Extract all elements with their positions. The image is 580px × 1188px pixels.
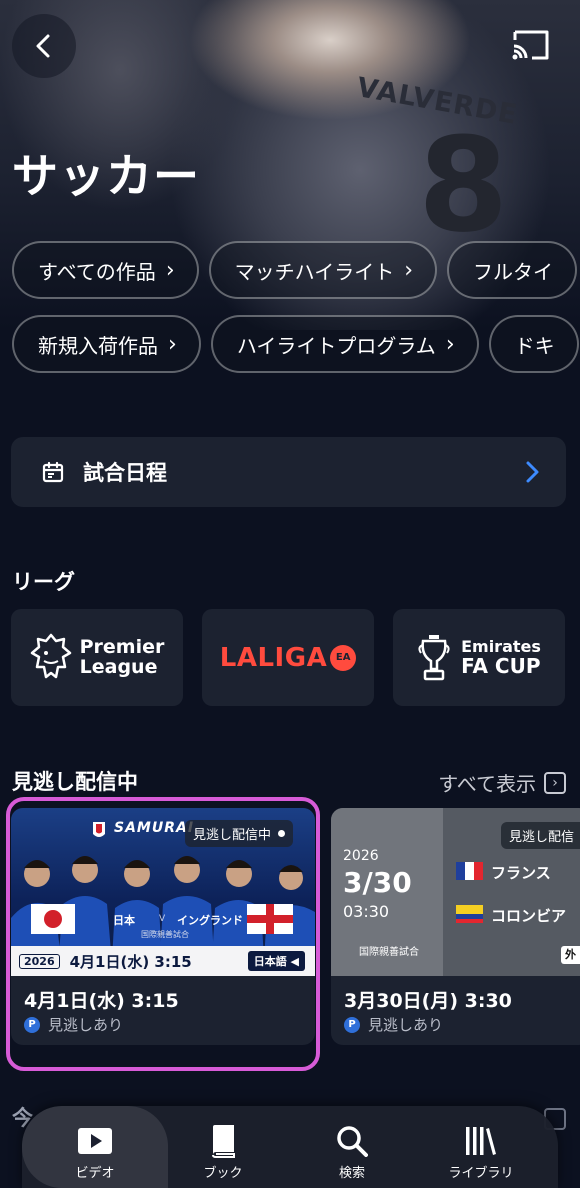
premier-league-line1: Premier <box>79 635 165 658</box>
category-chip-row-2: 新規入荷作品 › ハイライトプログラム › ドキ <box>12 315 579 373</box>
chevron-right-icon: › <box>544 771 566 794</box>
category-chip-row-1: すべての作品 › マッチハイライト › フルタイ <box>12 241 578 299</box>
see-all-label: すべて表示 <box>438 772 536 796</box>
chip-documentary[interactable]: ドキ <box>488 315 579 373</box>
status-badge-label: 見逃し配信 <box>509 830 575 845</box>
card-date: 3月30日(月) 3:30 <box>344 990 512 1012</box>
chevron-right-icon: › <box>445 331 455 357</box>
nav-item-library[interactable]: ライブラリ <box>416 1106 546 1188</box>
flag-colombia <box>456 905 483 923</box>
match-schedule-button[interactable]: 試合日程 <box>11 437 566 507</box>
league-card-premier-league[interactable]: Premier League <box>11 609 183 706</box>
p-badge-icon: P <box>344 1016 360 1033</box>
nav-label-library: ライブラリ <box>448 1166 514 1181</box>
nav-label-video: ビデオ <box>75 1166 115 1181</box>
leagues-section-title: リーグ <box>12 570 75 594</box>
league-card-fa-cup[interactable]: Emirates FA CUP <box>393 609 565 706</box>
calendar-icon <box>42 461 64 483</box>
team-away-label: コロンビア <box>491 907 567 925</box>
chip-label: すべての作品 <box>38 259 156 284</box>
nav-item-search[interactable]: 検索 <box>287 1106 417 1188</box>
chip-label: マッチハイライト <box>234 259 395 284</box>
chip-highlight-programs[interactable]: ハイライトプログラム › <box>210 315 479 373</box>
play-video-icon <box>78 1128 112 1154</box>
page-title: サッカー <box>12 149 200 203</box>
hero-jersey-number: 8 <box>418 109 509 261</box>
chip-match-highlights[interactable]: マッチハイライト › <box>208 241 438 299</box>
see-all-link[interactable]: すべて表示 › <box>438 768 566 797</box>
missed-section-title: 見逃し配信中 <box>12 770 138 794</box>
chevron-right-icon: › <box>404 257 414 283</box>
search-icon <box>337 1126 368 1157</box>
nav-label-search: 検索 <box>338 1166 365 1181</box>
match-type-label: 国際親善試合 <box>359 947 419 958</box>
chevron-left-icon <box>36 34 50 58</box>
chip-all-works[interactable]: すべての作品 › <box>12 241 199 299</box>
library-icon <box>466 1127 496 1155</box>
chevron-right-icon: › <box>168 331 177 357</box>
fa-cup-trophy-icon <box>418 634 450 680</box>
fa-cup-line1: Emirates <box>461 636 541 656</box>
fa-cup-line2: FA CUP <box>461 654 541 679</box>
nav-item-book[interactable]: ブック <box>158 1106 288 1188</box>
schedule-label: 試合日程 <box>83 461 167 485</box>
status-badge: 見逃し配信 <box>501 822 580 849</box>
back-button[interactable] <box>12 14 76 78</box>
nav-item-video[interactable]: ビデオ <box>30 1106 160 1188</box>
video-card-france-colombia[interactable]: 2026 3/30 03:30 国際親善試合 フランス コロンビア 外 見逃し配… <box>331 808 580 1045</box>
cast-icon[interactable] <box>510 28 552 62</box>
chip-label: ドキ <box>514 333 555 358</box>
match-year: 2026 <box>343 848 379 864</box>
chip-label: ハイライトプログラム <box>236 333 436 358</box>
ea-sports-badge: EA <box>330 644 357 671</box>
premier-league-line2: League <box>79 655 158 678</box>
team-home-label: フランス <box>491 864 551 882</box>
laliga-logo-text: LALIGA <box>219 642 328 673</box>
chip-label: 新規入荷作品 <box>38 333 158 358</box>
flag-france <box>456 862 483 880</box>
bottom-navigation: ビデオ ブック 検索 ライブラリ <box>22 1106 558 1188</box>
card-availability: P 見逃しあり <box>344 1014 443 1035</box>
match-time: 03:30 <box>343 902 390 921</box>
chip-new-arrivals[interactable]: 新規入荷作品 › <box>12 315 201 373</box>
chevron-right-icon <box>526 461 539 483</box>
chip-full-time[interactable]: フルタイ <box>447 241 578 299</box>
nav-label-book: ブック <box>203 1166 243 1181</box>
chevron-right-icon: › <box>165 257 175 283</box>
chip-label: フルタイ <box>473 259 554 284</box>
book-icon <box>212 1125 235 1158</box>
selection-highlight <box>6 797 320 1071</box>
league-card-laliga[interactable]: LALIGA EA <box>202 609 374 706</box>
availability-label: 見逃しあり <box>368 1016 444 1034</box>
premier-league-lion-icon <box>30 633 71 678</box>
match-date: 3/30 <box>343 866 412 899</box>
corner-tag: 外 <box>561 946 580 964</box>
